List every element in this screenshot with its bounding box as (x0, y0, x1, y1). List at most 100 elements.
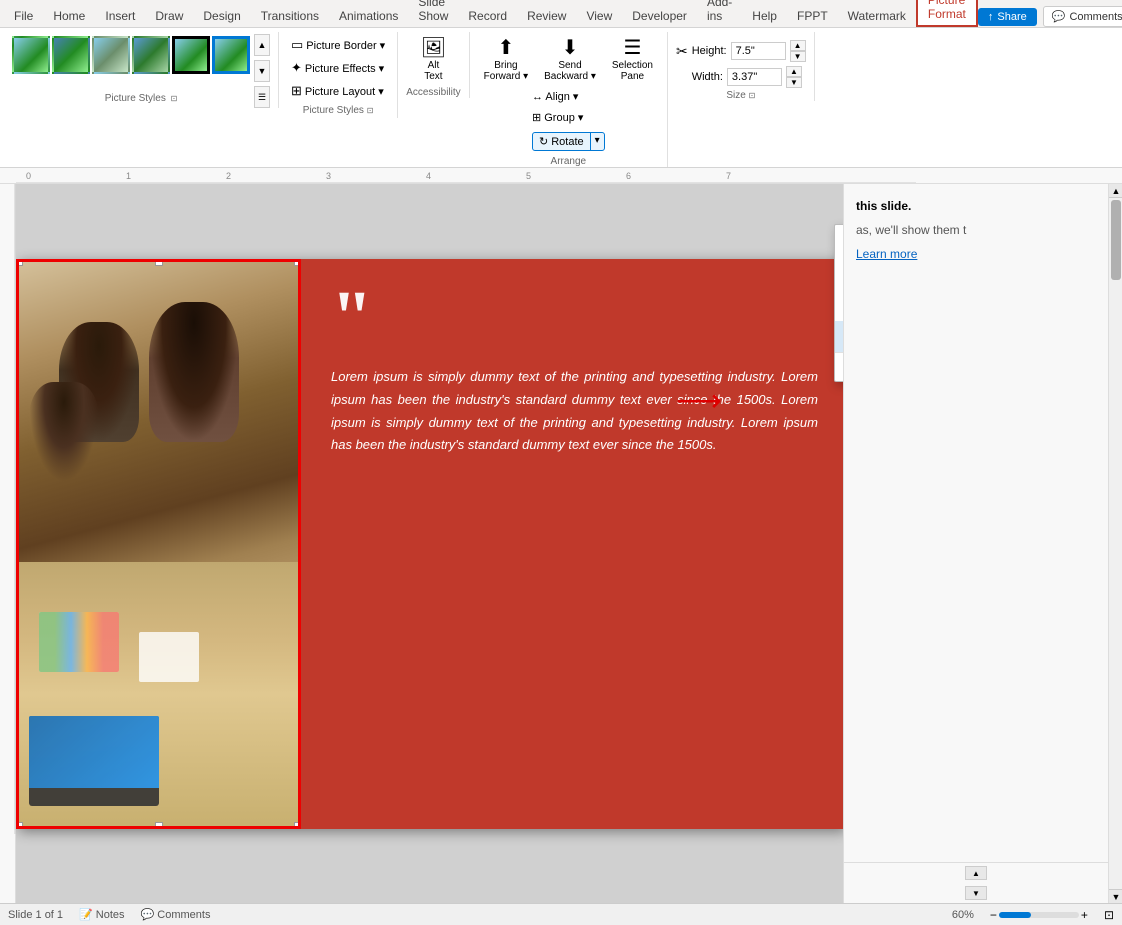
notes-button[interactable]: 📝 Notes (79, 908, 125, 921)
panel-title: this slide. (856, 199, 1096, 213)
zoom-in-button[interactable]: + (1081, 908, 1088, 922)
panel-scroll-down[interactable]: ▼ (965, 886, 987, 900)
size-inputs: ✂ Height: ▲ ▼ ✂ Width: ▲ ▼ (676, 32, 806, 88)
rotate-button[interactable]: ↻ Rotate ▾ (532, 132, 605, 151)
scrollbar-track (1109, 198, 1122, 889)
picture-styles-group: ▲ ▼ ☰ Picture Styles ⊡ (4, 32, 279, 108)
tab-record[interactable]: Record (458, 5, 517, 27)
rotate-right-item[interactable]: ↻ Rotate Right 90° (835, 225, 843, 257)
align-group-options: ↔ Align ▾ ⊞ Group ▾ ↻ Rotate ▾ (526, 87, 611, 154)
tab-home[interactable]: Home (43, 5, 95, 27)
style-thumb-2[interactable] (52, 36, 90, 74)
tab-review[interactable]: Review (517, 5, 576, 27)
tab-transitions[interactable]: Transitions (251, 5, 329, 27)
fit-slide-button[interactable]: ⊡ (1104, 908, 1114, 922)
tab-slideshow[interactable]: Slide Show (408, 0, 458, 27)
more-rotation-options-item[interactable]: More Rotation Options... (835, 353, 843, 381)
style-thumb-6[interactable] (212, 36, 250, 74)
style-thumb-3[interactable] (92, 36, 130, 74)
meeting-photo (19, 262, 298, 826)
handle-tm[interactable] (155, 259, 163, 266)
width-increment[interactable]: ▲ (786, 66, 802, 77)
svg-text:0: 0 (26, 171, 31, 181)
style-thumb-4[interactable] (132, 36, 170, 74)
scrollbar-up-arrow[interactable]: ▲ (1109, 184, 1122, 198)
group-button[interactable]: ⊞ Group ▾ (526, 108, 611, 127)
flip-vertical-item[interactable]: ⇕ Flip Vertical (835, 289, 843, 321)
height-input[interactable] (731, 42, 786, 60)
style-thumb-1[interactable] (12, 36, 50, 74)
picture-layout-icon: ⊞ (291, 83, 302, 99)
styles-scroll-up[interactable]: ▲ (254, 34, 270, 56)
alt-text-button[interactable]: 🖼 AltText (413, 32, 453, 85)
slide-image-selected[interactable] (16, 259, 301, 829)
share-button[interactable]: ↑ Share (978, 8, 1037, 26)
rotate-dropdown-menu: ↻ Rotate Right 90° ↺ Rotate Left 90° ⇕ F… (834, 224, 843, 382)
flip-horizontal-item[interactable]: ⇔ Flip Horizontal ↖ (835, 321, 843, 352)
svg-text:3: 3 (326, 171, 331, 181)
handle-bm[interactable] (155, 822, 163, 829)
zoom-out-button[interactable]: − (990, 908, 997, 922)
tab-help[interactable]: Help (742, 5, 787, 27)
svg-text:5: 5 (526, 171, 531, 181)
height-spinner: ▲ ▼ (790, 40, 806, 62)
width-label: Width: (692, 71, 723, 83)
rotate-button-label: ↻ Rotate (533, 133, 590, 150)
width-input[interactable] (727, 68, 782, 86)
quote-mark: " (331, 284, 818, 352)
svg-text:6: 6 (626, 171, 631, 181)
panel-scroll-up[interactable]: ▲ (965, 866, 987, 880)
picture-layout-button[interactable]: ⊞ Picture Layout ▾ (285, 80, 391, 102)
alt-text-icon: 🖼 (421, 35, 446, 60)
zoom-slider[interactable] (999, 912, 1079, 918)
width-decrement[interactable]: ▼ (786, 77, 802, 88)
scrollbar-down-arrow[interactable]: ▼ (1109, 889, 1122, 903)
tab-addins[interactable]: Add-ins (697, 0, 742, 27)
height-increment[interactable]: ▲ (790, 40, 806, 51)
rotate-left-item[interactable]: ↺ Rotate Left 90° (835, 257, 843, 289)
picture-border-button[interactable]: ▭ Picture Border ▾ (285, 34, 391, 56)
tab-pictureformat[interactable]: Picture Format (916, 0, 978, 27)
comments-status[interactable]: 💬 Comments (141, 908, 211, 921)
person2-silhouette (149, 302, 239, 442)
tab-watermark[interactable]: Watermark (838, 5, 916, 27)
learn-more-link[interactable]: Learn more (856, 247, 917, 261)
height-decrement[interactable]: ▼ (790, 51, 806, 62)
right-panel: this slide. as, we'll show them t Learn … (843, 184, 1108, 903)
align-button[interactable]: ↔ Align ▾ (526, 87, 611, 106)
selection-pane-button[interactable]: ☰ SelectionPane (606, 32, 659, 85)
handle-tr[interactable] (294, 259, 301, 266)
tab-insert[interactable]: Insert (95, 5, 145, 27)
tab-view[interactable]: View (576, 5, 622, 27)
svg-text:4: 4 (426, 171, 431, 181)
share-icon: ↑ (988, 11, 994, 23)
scrollbar-thumb[interactable] (1111, 200, 1121, 280)
tab-fppt[interactable]: FPPT (787, 5, 838, 27)
panel-learn-more: Learn more (856, 247, 1096, 261)
size-dialog-icon[interactable]: ⊡ (749, 91, 756, 100)
vertical-scrollbar: ▲ ▼ (1108, 184, 1122, 903)
styles-scroll-down[interactable]: ▼ (254, 60, 270, 82)
handle-tl[interactable] (16, 259, 23, 266)
picture-styles-expand-icon[interactable]: ⊡ (171, 94, 178, 103)
tab-animations[interactable]: Animations (329, 5, 408, 27)
style-thumbs-container (12, 32, 252, 74)
bring-forward-button[interactable]: ⬆ BringForward ▾ (478, 32, 534, 85)
comments-button[interactable]: 💬 Comments (1043, 6, 1122, 27)
rotate-dropdown-arrow[interactable]: ▾ (590, 133, 604, 150)
slide-canvas: " Lorem ipsum is simply dummy text of th… (16, 184, 843, 903)
picture-format-group-label: Picture Styles ⊡ (285, 105, 391, 116)
picture-styles-dialog-icon[interactable]: ⊡ (367, 106, 374, 115)
handle-br[interactable] (294, 822, 301, 829)
tab-draw[interactable]: Draw (145, 5, 193, 27)
tab-design[interactable]: Design (193, 5, 250, 27)
style-thumb-5[interactable] (172, 36, 210, 74)
handle-bl[interactable] (16, 822, 23, 829)
send-backward-button[interactable]: ⬇ SendBackward ▾ (538, 32, 602, 85)
person3-silhouette (29, 382, 99, 482)
svg-text:2: 2 (226, 171, 231, 181)
tab-developer[interactable]: Developer (622, 5, 697, 27)
panel-scroll-area: ▲ ▼ (844, 862, 1108, 903)
tab-file[interactable]: File (4, 5, 43, 27)
picture-effects-button[interactable]: ✦ Picture Effects ▾ (285, 57, 391, 79)
